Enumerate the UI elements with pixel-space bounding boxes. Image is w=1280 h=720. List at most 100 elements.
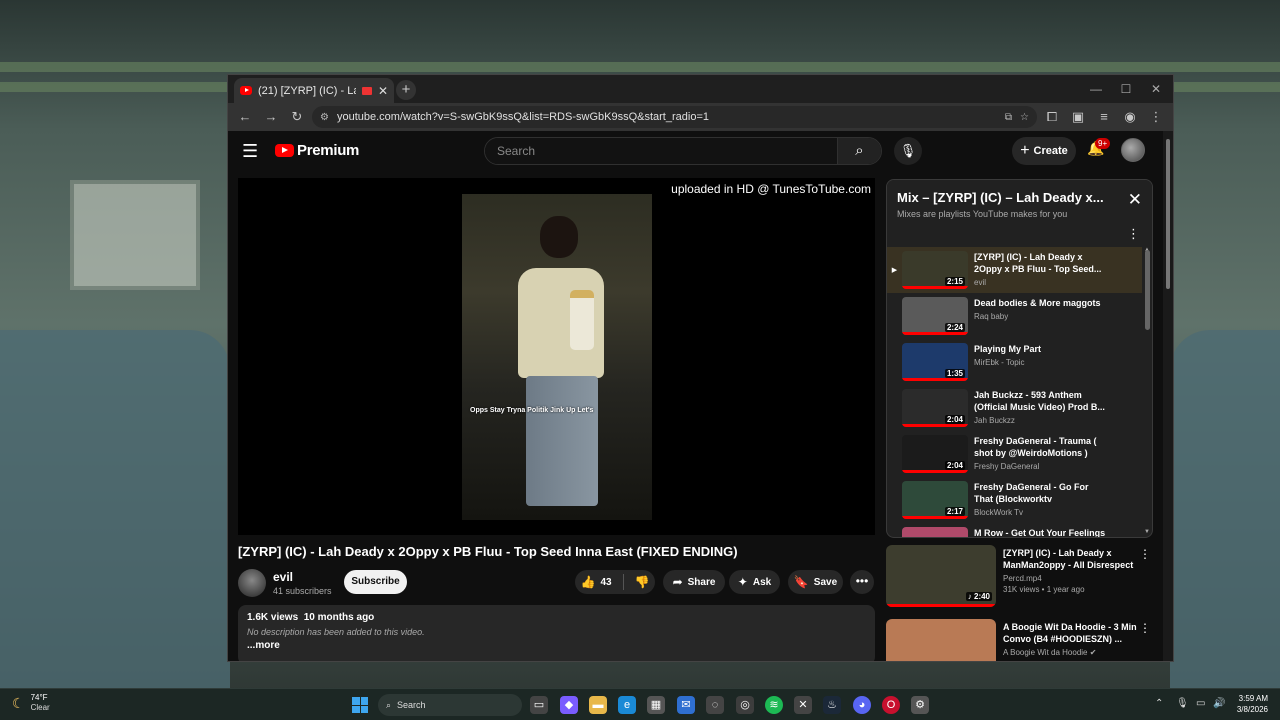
save-button[interactable]: 🔖 Save	[788, 570, 843, 594]
app-icon[interactable]: ◌	[706, 696, 724, 714]
playlist-thumbnail[interactable]: 2:04	[902, 389, 968, 427]
taskbar-search[interactable]: ⌕ Search	[378, 694, 522, 716]
more-actions-icon[interactable]: •••	[850, 570, 874, 594]
video-player[interactable]: uploaded in HD @ TunesToTube.com Opps St…	[238, 178, 875, 535]
playlist-video-title[interactable]: Freshy DaGeneral - Go For That (Blockwor…	[974, 481, 1109, 505]
chrome-icon[interactable]: ◎	[736, 696, 754, 714]
browser-tab[interactable]: (21) [ZYRP] (IC) - Lah Deady ✕	[234, 78, 394, 103]
spotify-icon[interactable]: ≋	[765, 696, 783, 714]
scroll-down-icon[interactable]: ▼	[1144, 529, 1150, 535]
video-menu-icon[interactable]: ⋮	[1139, 547, 1151, 561]
playlist-video-title[interactable]: M Row - Get Out Your Feelings	[974, 527, 1109, 537]
mail-icon[interactable]: ✉	[677, 696, 695, 714]
video-menu-icon[interactable]: ⋮	[1139, 621, 1151, 635]
playlist-item[interactable]: 2:04 Jah Buckzz - 593 Anthem (Official Mu…	[887, 385, 1142, 431]
playlist-item[interactable]: 2:04 Freshy DaGeneral - Trauma ( shot by …	[887, 431, 1142, 477]
related-thumbnail[interactable]	[886, 619, 996, 661]
show-more-link[interactable]: ...more	[247, 640, 866, 651]
playlist-thumbnail[interactable]: 2:17	[902, 481, 968, 519]
microphone-icon[interactable]: 🎙	[894, 137, 922, 165]
related-thumbnail[interactable]: ♪ 2:40	[886, 545, 996, 607]
sidebar-icon[interactable]: ▣	[1067, 106, 1089, 128]
copilot-icon[interactable]: ◆	[560, 696, 578, 714]
related-video[interactable]: A Boogie Wit Da Hoodie - 3 Min Convo (B4…	[886, 619, 1153, 661]
weather-widget[interactable]: ☾ 74°F Clear	[12, 693, 50, 713]
playlist-video-title[interactable]: Dead bodies & More maggots	[974, 297, 1109, 309]
playlist-video-title[interactable]: [ZYRP] (IC) - Lah Deady x 2Oppy x PB Flu…	[974, 251, 1109, 275]
playlist-menu-icon[interactable]: ⋮	[1127, 226, 1140, 242]
like-count[interactable]: 43	[600, 577, 611, 588]
playlist-video-title[interactable]: Jah Buckzz - 593 Anthem (Official Music …	[974, 389, 1109, 413]
share-button[interactable]: ➦ Share	[663, 570, 725, 594]
related-channel-name[interactable]: A Boogie Wit da Hoodie ✔	[1003, 648, 1138, 657]
page-scrollbar-thumb[interactable]	[1166, 139, 1170, 289]
edge-icon[interactable]: e	[618, 696, 636, 714]
related-video-title[interactable]: A Boogie Wit Da Hoodie - 3 Min Convo (B4…	[1003, 621, 1138, 645]
channel-avatar[interactable]	[238, 569, 266, 597]
new-tab-button[interactable]: +	[396, 80, 416, 100]
playlist-item[interactable]: M Row - Get Out Your Feelings	[887, 523, 1142, 537]
related-channel-name[interactable]: Percd.mp4	[1003, 574, 1138, 583]
media-control-icon[interactable]: ≡	[1093, 106, 1115, 128]
start-button[interactable]	[352, 697, 368, 713]
channel-name[interactable]: evil	[273, 570, 293, 584]
system-clock[interactable]: 3:59 AM 3/8/2026	[1237, 693, 1268, 715]
settings-gear-icon[interactable]: ⚙	[911, 696, 929, 714]
playlist-thumbnail[interactable]: 2:24	[902, 297, 968, 335]
account-avatar[interactable]	[1121, 138, 1145, 162]
playlist-item[interactable]: ▶ 2:15 [ZYRP] (IC) - Lah Deady x 2Oppy x P…	[887, 247, 1142, 293]
minimize-button[interactable]: —	[1081, 75, 1111, 103]
address-bar[interactable]: ⚙ youtube.com/watch?v=S-swGbK9ssQ&list=R…	[312, 106, 1037, 128]
related-video-title[interactable]: [ZYRP] (IC) - Lah Deady x ManMan2oppy - …	[1003, 547, 1138, 571]
playlist-video-title[interactable]: Freshy DaGeneral - Trauma ( shot by @Wei…	[974, 435, 1109, 459]
close-window-button[interactable]: ✕	[1141, 75, 1171, 103]
file-explorer-icon[interactable]: ▬	[589, 696, 607, 714]
description-box[interactable]: 1.6K views 10 months ago No description …	[238, 605, 875, 661]
playlist-thumbnail[interactable]: 2:04	[902, 435, 968, 473]
dislike-icon[interactable]: 👎	[635, 575, 650, 589]
microphone-tray-icon[interactable]: 🎙	[1176, 698, 1189, 709]
playlist-video-title[interactable]: Playing My Part	[974, 343, 1109, 355]
install-app-icon[interactable]: ⧉	[1005, 112, 1012, 123]
reload-button[interactable]: ↻	[286, 106, 308, 128]
playlist-item[interactable]: 1:35 Playing My Part MirEbk - Topic	[887, 339, 1142, 385]
bookmark-star-icon[interactable]: ☆	[1020, 112, 1029, 123]
site-info-icon[interactable]: ⚙	[320, 112, 329, 123]
ask-button[interactable]: ✦ Ask	[729, 570, 780, 594]
playlist-title[interactable]: Mix – [ZYRP] (IC) – Lah Deady x...	[897, 190, 1107, 205]
app-icon-2[interactable]: ✕	[794, 696, 812, 714]
youtube-logo[interactable]: Premium	[275, 142, 359, 159]
back-button[interactable]: ←	[234, 106, 256, 128]
tray-chevron-icon[interactable]: ⌃	[1155, 698, 1163, 709]
playlist-thumbnail[interactable]: 1:35	[902, 343, 968, 381]
hamburger-menu-icon[interactable]: ☰	[242, 141, 260, 161]
playlist-item[interactable]: 2:17 Freshy DaGeneral - Go For That (Bloc…	[887, 477, 1142, 523]
close-icon[interactable]: ✕	[1128, 190, 1142, 210]
like-icon[interactable]: 👍	[580, 575, 595, 589]
discord-icon[interactable]: ◕	[853, 696, 871, 714]
opera-icon[interactable]: O	[882, 696, 900, 714]
subscribe-button[interactable]: Subscribe	[344, 570, 407, 594]
related-video[interactable]: ♪ 2:40 [ZYRP] (IC) - Lah Deady x ManMan2o…	[886, 545, 1153, 617]
forward-button[interactable]: →	[260, 106, 282, 128]
audio-playing-icon[interactable]	[361, 86, 372, 95]
page-scrollbar[interactable]	[1163, 131, 1173, 661]
volume-icon[interactable]: 🔊	[1213, 698, 1225, 709]
task-view-icon[interactable]: ▭	[530, 696, 548, 714]
steam-icon[interactable]: ♨	[823, 696, 841, 714]
display-tray-icon[interactable]: ▭	[1196, 698, 1205, 709]
create-button[interactable]: + Create	[1012, 137, 1076, 165]
store-icon[interactable]: ▦	[647, 696, 665, 714]
playlist-item[interactable]: 2:24 Dead bodies & More maggots Raq baby	[887, 293, 1142, 339]
playlist-thumbnail[interactable]: 2:15	[902, 251, 968, 289]
browser-menu-icon[interactable]: ⋮	[1145, 106, 1167, 128]
playlist-scrollbar[interactable]	[1145, 250, 1150, 330]
url-text[interactable]: youtube.com/watch?v=S-swGbK9ssQ&list=RDS…	[337, 111, 997, 123]
close-tab-icon[interactable]: ✕	[378, 84, 388, 98]
profile-icon[interactable]: ◉	[1119, 106, 1141, 128]
maximize-button[interactable]: ☐	[1111, 75, 1141, 103]
extensions-icon[interactable]: ⧠	[1041, 106, 1063, 128]
search-icon[interactable]: ⌕	[837, 138, 881, 164]
search-input[interactable]	[485, 138, 837, 164]
playlist-thumbnail[interactable]	[902, 527, 968, 537]
